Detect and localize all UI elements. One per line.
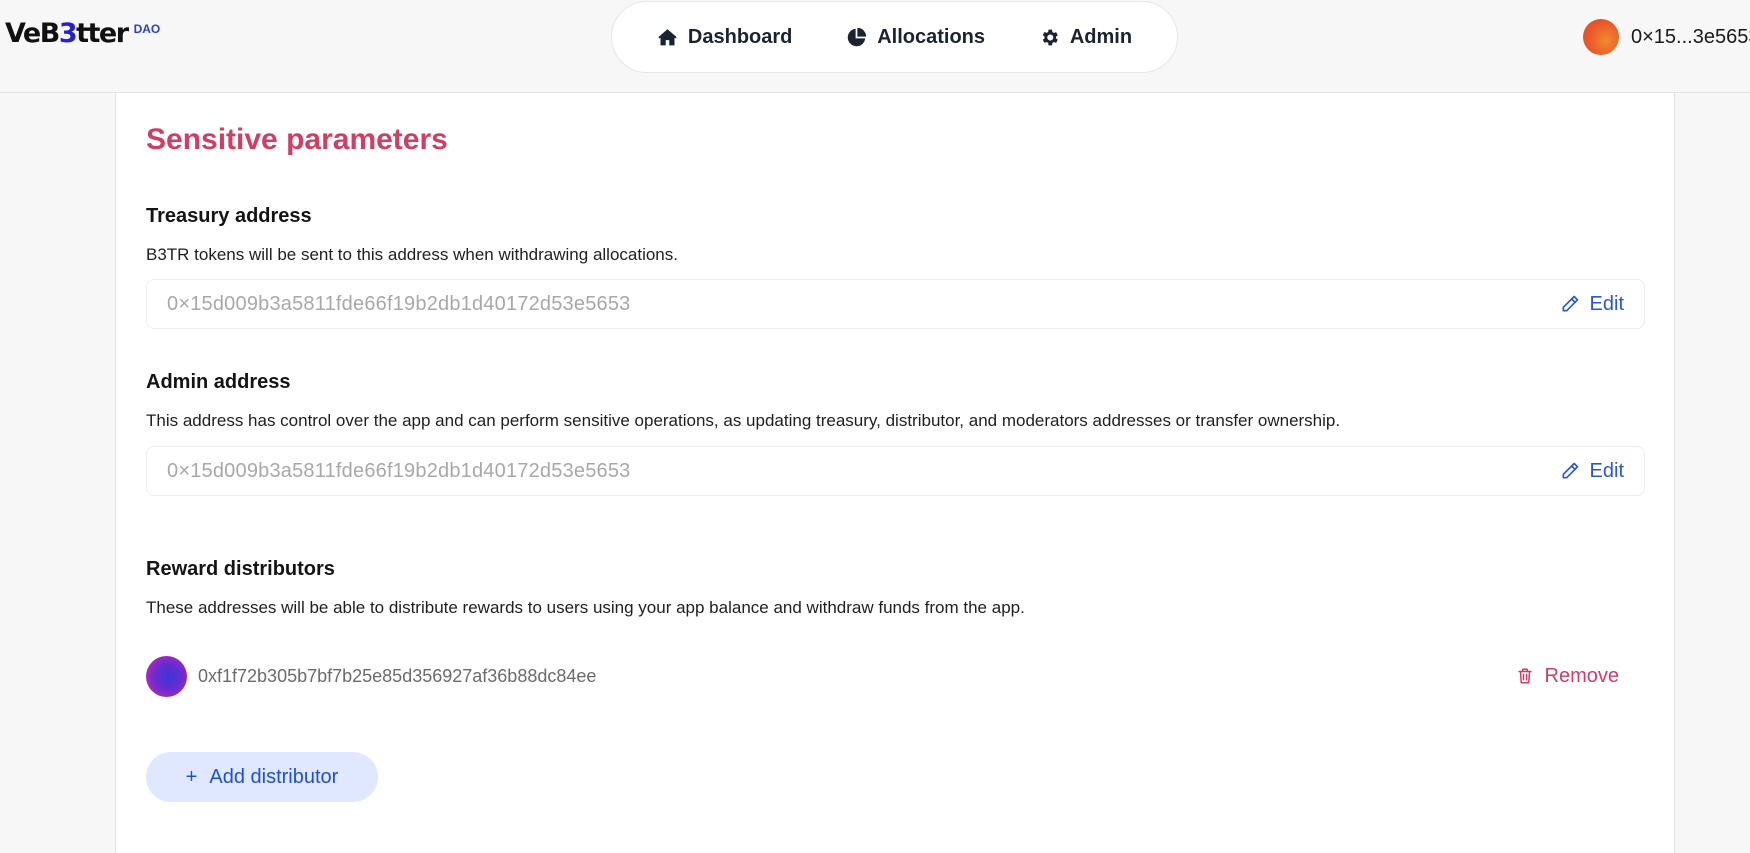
nav-admin-label: Admin <box>1069 25 1133 48</box>
add-distributor-button[interactable]: + Add distributor <box>146 752 378 802</box>
trash-icon <box>1517 668 1532 684</box>
admin-address-label: Admin address <box>146 371 291 393</box>
nav-allocations[interactable]: Allocations <box>846 26 985 49</box>
nav-dashboard-label: Dashboard <box>687 25 793 48</box>
nav-dashboard[interactable]: Dashboard <box>657 26 792 49</box>
logo-dao-badge: DAO <box>133 22 161 36</box>
treasury-address-field: 0×15d009b3a5811fde66f19b2db1d40172d53e56… <box>146 279 1645 329</box>
edit-treasury-button[interactable]: Edit <box>1560 293 1624 316</box>
treasury-address-label: Treasury address <box>146 205 312 227</box>
page-title: Sensitive parameters <box>146 123 448 156</box>
plus-icon: + <box>185 765 198 788</box>
wallet-button[interactable]: 0×15...3e5653 <box>1583 19 1750 55</box>
edit-admin-label: Edit <box>1589 459 1624 482</box>
sensitive-parameters-card: Sensitive parameters Treasury address B3… <box>115 93 1675 853</box>
edit-admin-button[interactable]: Edit <box>1560 460 1624 483</box>
reward-distributors-label: Reward distributors <box>146 558 335 580</box>
treasury-address-description: B3TR tokens will be sent to this address… <box>146 245 678 264</box>
distributor-list-item: 0xf1f72b305b7bf7b25e85d356927af36b88dc84… <box>146 655 1645 697</box>
top-bar: VeB3tter DAO Dashboard Allocations Admin… <box>0 0 1750 93</box>
admin-address-field: 0×15d009b3a5811fde66f19b2db1d40172d53e56… <box>146 446 1645 496</box>
gear-icon <box>1042 29 1058 45</box>
distributor-identity: 0xf1f72b305b7bf7b25e85d356927af36b88dc84… <box>146 655 597 697</box>
nav-allocations-label: Allocations <box>877 25 985 48</box>
main-nav: Dashboard Allocations Admin <box>611 1 1178 73</box>
pie-chart-icon <box>847 27 867 46</box>
nav-admin[interactable]: Admin <box>1039 26 1132 49</box>
treasury-address-value: 0×15d009b3a5811fde66f19b2db1d40172d53e56… <box>167 292 631 315</box>
distributor-address: 0xf1f72b305b7bf7b25e85d356927af36b88dc84… <box>198 665 597 686</box>
edit-treasury-label: Edit <box>1589 292 1624 315</box>
admin-address-value: 0×15d009b3a5811fde66f19b2db1d40172d53e56… <box>167 459 631 482</box>
remove-distributor-button[interactable]: Remove <box>1516 665 1619 688</box>
admin-address-description: This address has control over the app an… <box>146 411 1341 430</box>
distributor-avatar <box>146 655 187 697</box>
wallet-address: 0×15...3e5653 <box>1631 25 1750 48</box>
reward-distributors-description: These addresses will be able to distribu… <box>146 598 1025 617</box>
logo-wordmark: VeB3tter <box>5 18 129 49</box>
home-icon <box>658 28 677 45</box>
wallet-avatar <box>1583 19 1619 55</box>
vebetter-logo[interactable]: VeB3tter DAO <box>5 18 160 49</box>
add-distributor-label: Add distributor <box>209 765 339 788</box>
pencil-icon <box>1562 462 1578 479</box>
remove-distributor-label: Remove <box>1544 664 1619 687</box>
pencil-icon <box>1562 295 1578 312</box>
